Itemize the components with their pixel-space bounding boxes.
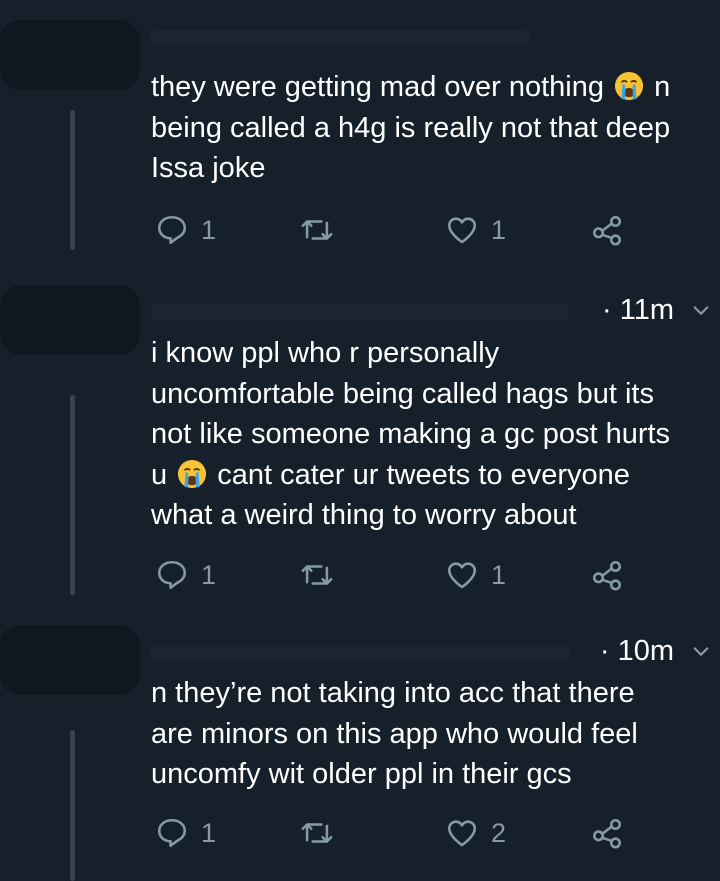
- author-redacted[interactable]: [150, 304, 570, 320]
- tweet-text: i know ppl who r personally uncomfortabl…: [151, 337, 671, 531]
- heart-icon: [447, 217, 477, 244]
- share-button[interactable]: [590, 210, 624, 250]
- tweet-text: they were getting mad over nothing n bei…: [151, 71, 671, 184]
- tweet-actions: 1 1: [150, 555, 640, 595]
- reply-button[interactable]: 1: [155, 555, 216, 595]
- chevron-down-icon[interactable]: [692, 302, 710, 320]
- reply-button[interactable]: 1: [155, 813, 216, 853]
- chevron-down-icon[interactable]: [692, 643, 710, 661]
- like-button[interactable]: 1: [445, 555, 506, 595]
- avatar[interactable]: [0, 625, 140, 695]
- reply-button[interactable]: 1: [155, 210, 216, 250]
- tweet-header: · 10m: [150, 633, 720, 673]
- retweet-icon: [301, 565, 333, 585]
- reply-icon: [157, 215, 187, 245]
- like-count: 1: [491, 214, 507, 245]
- thread-line: [70, 730, 75, 881]
- share-button[interactable]: [590, 813, 624, 853]
- tweet-text: n they’re not taking into acc that there…: [151, 677, 638, 790]
- like-button[interactable]: 1: [445, 210, 506, 250]
- reply-icon: [157, 560, 187, 590]
- loudly-crying-face-icon: [615, 71, 644, 101]
- retweet-button[interactable]: [300, 555, 334, 595]
- like-button[interactable]: 2: [445, 813, 506, 853]
- share-button[interactable]: [590, 555, 624, 595]
- avatar[interactable]: [0, 20, 140, 90]
- header-redacted: [150, 30, 530, 44]
- author-redacted[interactable]: [150, 645, 570, 661]
- reply-count: 1: [201, 817, 217, 848]
- share-icon: [592, 560, 622, 591]
- timestamp[interactable]: · 10m: [600, 633, 674, 669]
- thread-line: [70, 395, 75, 595]
- share-icon: [592, 818, 622, 849]
- heart-icon: [447, 820, 477, 847]
- tweet-actions: 1 2: [150, 813, 640, 853]
- heart-icon: [447, 562, 477, 589]
- reply-count: 1: [201, 214, 217, 245]
- like-count: 1: [491, 559, 507, 590]
- loudly-crying-face-icon: [178, 459, 207, 488]
- retweet-icon: [301, 220, 333, 240]
- timestamp[interactable]: · 11m: [602, 292, 674, 328]
- reply-count: 1: [201, 559, 217, 590]
- retweet-button[interactable]: [300, 813, 334, 853]
- reply-icon: [157, 818, 187, 848]
- thread-line: [70, 110, 75, 250]
- retweet-button[interactable]: [300, 210, 334, 250]
- tweet-actions: 1 1: [150, 210, 640, 250]
- retweet-icon: [301, 823, 333, 843]
- avatar[interactable]: [0, 285, 140, 355]
- share-icon: [592, 215, 622, 246]
- like-count: 2: [491, 817, 507, 848]
- tweet-header: · 11m: [150, 292, 720, 332]
